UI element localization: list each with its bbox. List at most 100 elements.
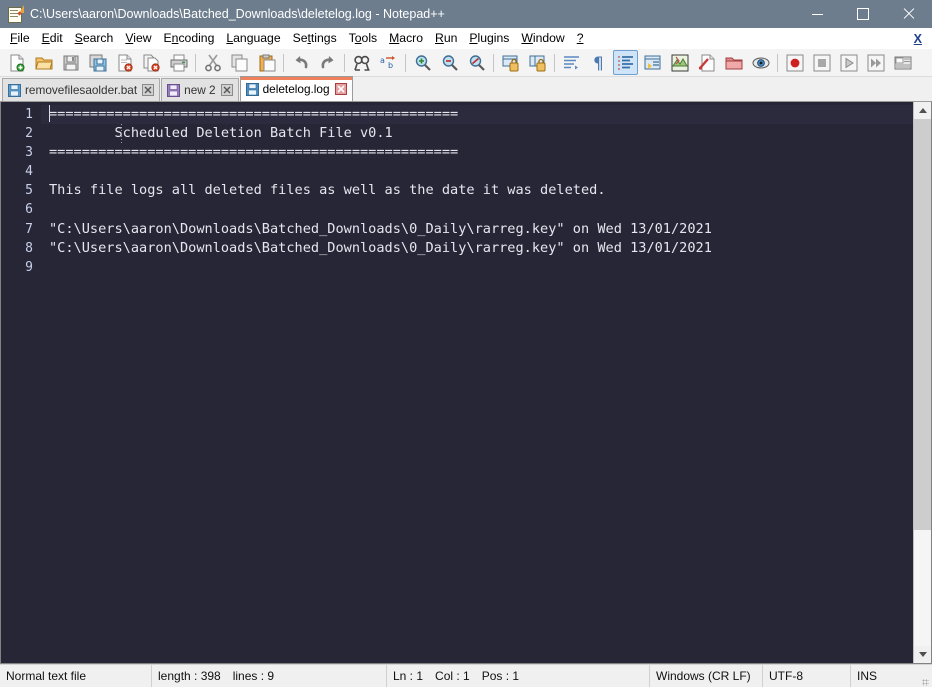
tab-close-icon-active[interactable] [334, 83, 347, 95]
svg-text:¶: ¶ [593, 54, 604, 72]
menu-label-encoding: coding [178, 31, 215, 45]
menu-item-tools[interactable]: Tools [343, 29, 383, 48]
macro-run-multiple-icon[interactable] [863, 50, 888, 75]
paste-icon[interactable] [254, 50, 279, 75]
menu-item-view[interactable]: View [119, 29, 157, 48]
show-all-chars-icon[interactable]: ¶ [586, 50, 611, 75]
tab-close-icon[interactable] [142, 84, 155, 96]
line-number: 3 [25, 145, 33, 161]
line-number: 4 [25, 164, 33, 180]
resize-grip[interactable] [897, 664, 932, 687]
tab-close-icon[interactable] [220, 84, 233, 96]
menu-item-edit[interactable]: Edit [36, 29, 69, 48]
line-number-gutter: 1 2 3 4 5 6 7 8 9 [1, 102, 41, 663]
indent-guide-icon[interactable] [613, 50, 638, 75]
status-insert-mode[interactable]: INS [851, 665, 897, 687]
menu-label-language: anguage [233, 31, 281, 45]
close-button[interactable] [886, 0, 932, 28]
menu-item-run[interactable]: Run [429, 29, 463, 48]
macro-save-icon[interactable] [890, 50, 915, 75]
notepad-plus-plus-window: C:\Users\aaron\Downloads\Batched_Downloa… [0, 0, 932, 687]
macro-stop-icon[interactable] [809, 50, 834, 75]
status-length-lines: length : 398 lines : 9 [152, 665, 387, 687]
svg-text:a: a [380, 56, 385, 65]
menu-item-window[interactable]: Window [515, 29, 570, 48]
code-text-area[interactable]: ========================================… [41, 102, 913, 663]
status-ln: Ln : 1 [393, 669, 424, 683]
folder-workspace-icon[interactable] [721, 50, 746, 75]
toolbar-separator-2 [283, 53, 284, 72]
menu-label-settings: tings [310, 31, 337, 45]
toolbar-separator-4 [405, 53, 406, 72]
document-map-icon[interactable] [667, 50, 692, 75]
sync-horizontal-scroll-icon[interactable] [525, 50, 550, 75]
new-file-icon[interactable] [4, 50, 29, 75]
tab-new-2[interactable]: new 2 [161, 78, 239, 101]
code-line: "C:\Users\aaron\Downloads\Batched_Downlo… [49, 220, 712, 237]
unsaved-disk-icon [167, 83, 181, 97]
status-length: length : 398 [158, 669, 221, 683]
code-line: ========================================… [41, 105, 913, 125]
scroll-thumb[interactable] [914, 119, 931, 531]
code-line: This file logs all deleted files as well… [49, 182, 606, 199]
macro-record-icon[interactable] [782, 50, 807, 75]
close-all-icon[interactable] [139, 50, 164, 75]
menu-item-settings[interactable]: Settings [287, 29, 343, 48]
status-encoding[interactable]: UTF-8 [763, 665, 851, 687]
close-document-button[interactable]: X [908, 32, 932, 46]
tab-deletelog-log[interactable]: deletelog.log [239, 76, 353, 101]
redo-icon[interactable] [315, 50, 340, 75]
menu-label-search: earch [82, 31, 114, 45]
zoom-out-icon[interactable] [437, 50, 462, 75]
copy-icon[interactable] [227, 50, 252, 75]
menu-item-encoding[interactable]: Encoding [158, 29, 221, 48]
monitoring-icon[interactable] [748, 50, 773, 75]
replace-icon[interactable]: a b [376, 50, 401, 75]
menu-label-window: indow [532, 31, 565, 45]
window-controls [794, 0, 932, 28]
indent-guide-marker [121, 124, 122, 143]
udl-dialog-icon[interactable] [640, 50, 665, 75]
status-eol-format[interactable]: Windows (CR LF) [650, 665, 763, 687]
toolbar: a b ¶ [0, 49, 932, 77]
menu-label-run: un [443, 31, 458, 45]
minimize-button[interactable] [794, 0, 840, 28]
maximize-button[interactable] [840, 0, 886, 28]
menu-item-search[interactable]: Search [69, 29, 120, 48]
saved-disk-icon [245, 82, 259, 96]
cut-icon[interactable] [200, 50, 225, 75]
tab-label: deletelog.log [262, 82, 330, 96]
save-all-icon[interactable] [85, 50, 110, 75]
scrollbar-track[interactable] [914, 119, 931, 646]
menu-item-macro[interactable]: Macro [383, 29, 429, 48]
menu-item-help[interactable]: ? [571, 29, 590, 48]
menu-item-file[interactable]: File [4, 29, 36, 48]
tab-label: removefilesaolder.bat [25, 83, 138, 97]
vertical-scrollbar[interactable] [913, 102, 931, 663]
function-list-icon[interactable] [694, 50, 719, 75]
zoom-restore-icon[interactable] [464, 50, 489, 75]
toolbar-separator-7 [777, 53, 778, 72]
tab-removefilesaolder-bat[interactable]: removefilesaolder.bat [2, 78, 161, 101]
find-icon[interactable] [349, 50, 374, 75]
line-number: 7 [25, 221, 33, 237]
editor-area: 1 2 3 4 5 6 7 8 9 ======================… [0, 102, 932, 664]
status-pos: Pos : 1 [481, 669, 520, 683]
macro-play-icon[interactable] [836, 50, 861, 75]
open-file-icon[interactable] [31, 50, 56, 75]
sync-vertical-scroll-icon[interactable] [498, 50, 523, 75]
code-line: Scheduled Deletion Batch File v0.1 [49, 125, 393, 142]
scroll-down-arrow-icon[interactable] [914, 646, 931, 663]
close-file-icon[interactable] [112, 50, 137, 75]
scroll-up-arrow-icon[interactable] [914, 102, 931, 119]
print-icon[interactable] [166, 50, 191, 75]
save-icon[interactable] [58, 50, 83, 75]
zoom-in-icon[interactable] [410, 50, 435, 75]
menu-item-language[interactable]: Language [220, 29, 286, 48]
undo-icon[interactable] [288, 50, 313, 75]
menu-item-plugins[interactable]: Plugins [463, 29, 515, 48]
line-number: 5 [25, 183, 33, 199]
tab-label: new 2 [184, 83, 216, 97]
word-wrap-icon[interactable] [559, 50, 584, 75]
